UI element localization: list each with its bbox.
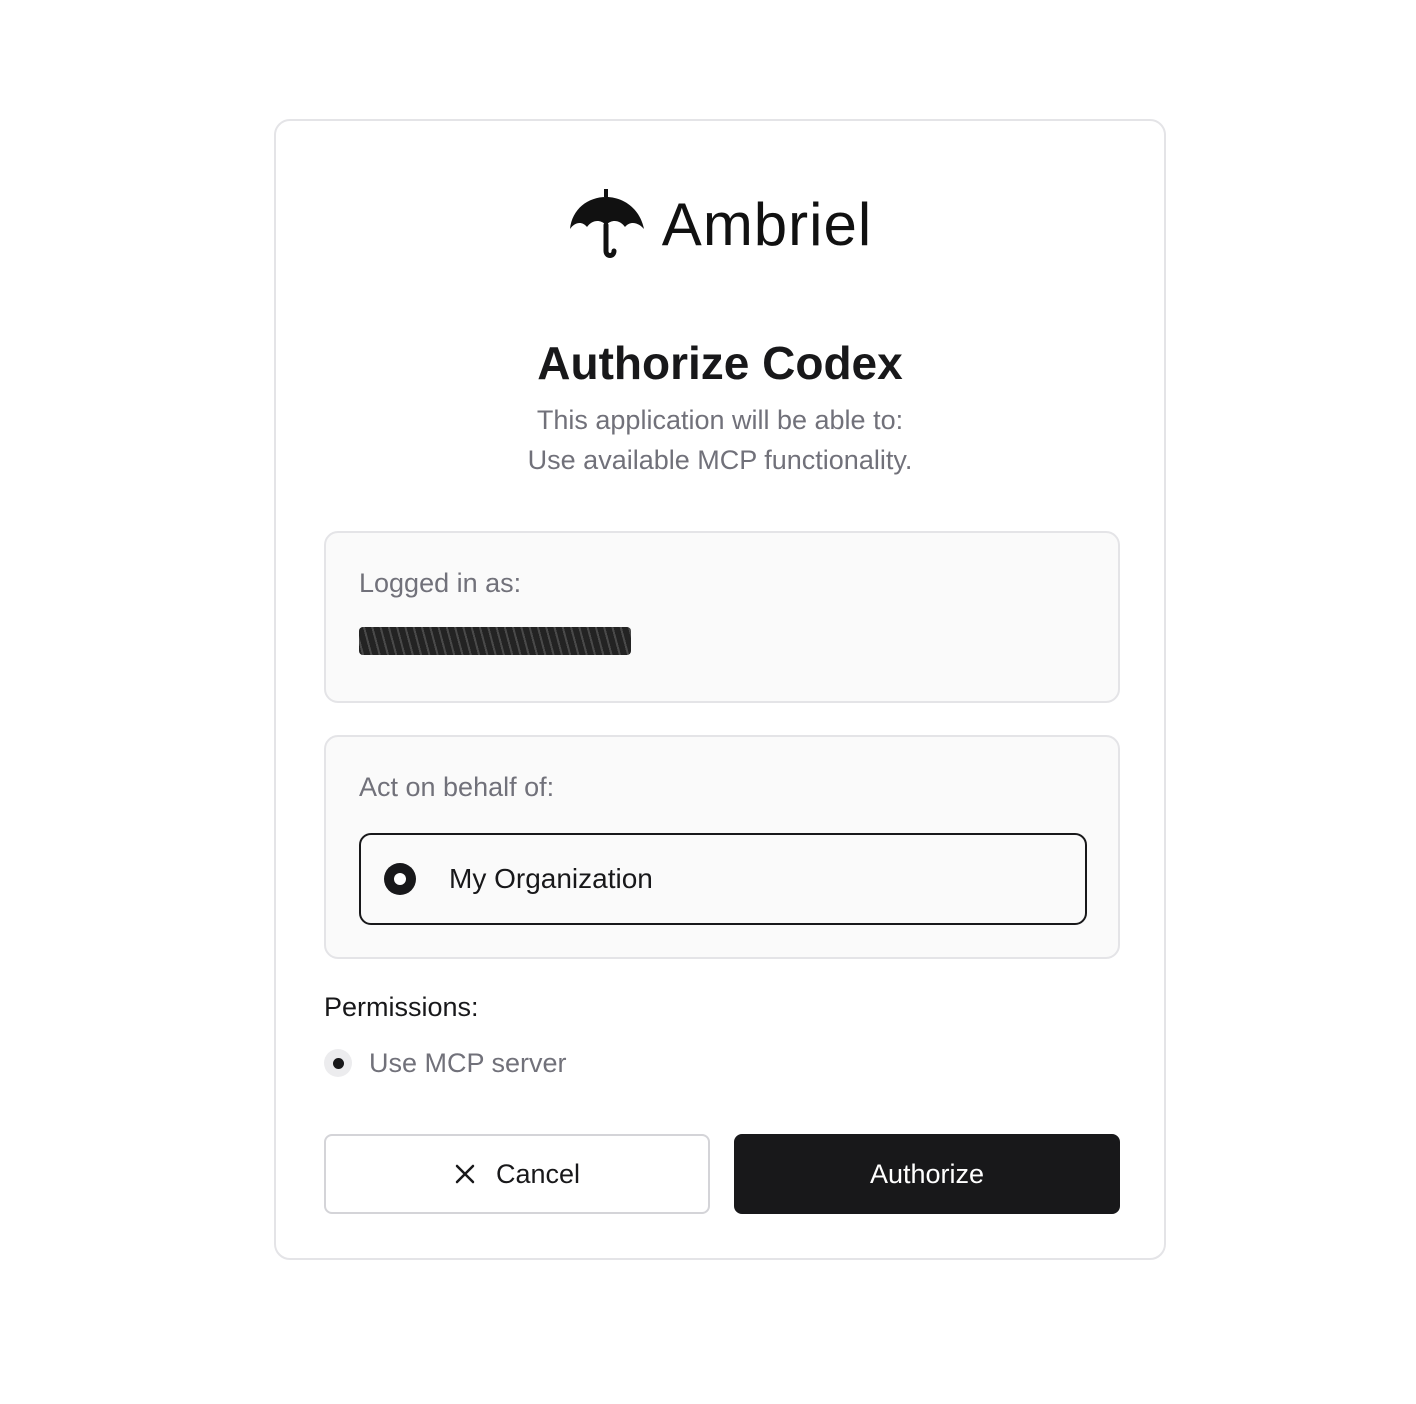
permission-item: Use MCP server [324, 1045, 567, 1081]
subtitle-line-1: This application will be able to: [536, 405, 904, 435]
permissions-title: Permissions: [324, 992, 479, 1022]
bullet-dot [332, 1057, 344, 1069]
logged-in-label: Logged in as: [359, 568, 522, 598]
redacted-email [359, 627, 631, 655]
subtitle-line-2: Use available MCP functionality. [527, 445, 913, 475]
authorize-label: Authorize [869, 1158, 985, 1189]
logged-in-panel: Logged in as: [324, 531, 1120, 703]
close-icon [455, 1164, 475, 1184]
cancel-label: Cancel [495, 1158, 581, 1189]
cancel-button[interactable]: Cancel [324, 1134, 710, 1214]
radio-selected-icon[interactable] [384, 863, 416, 895]
umbrella-icon [569, 189, 644, 258]
page-title: Authorize Codex [537, 337, 903, 389]
authorize-card: Ambriel Authorize Codex This application… [274, 119, 1166, 1260]
brand-logo: Ambriel [276, 185, 1164, 265]
authorize-button[interactable]: Authorize [734, 1134, 1120, 1214]
bullet-icon [324, 1049, 352, 1077]
org-option-label: My Organization [449, 863, 653, 894]
radio-dot [394, 873, 406, 885]
permission-label: Use MCP server [369, 1047, 567, 1078]
act-on-behalf-panel: Act on behalf of: My Organization [324, 735, 1120, 959]
org-option-my-organization[interactable]: My Organization [359, 833, 1087, 925]
act-on-behalf-label: Act on behalf of: [359, 772, 555, 802]
brand-name: Ambriel [661, 191, 873, 258]
